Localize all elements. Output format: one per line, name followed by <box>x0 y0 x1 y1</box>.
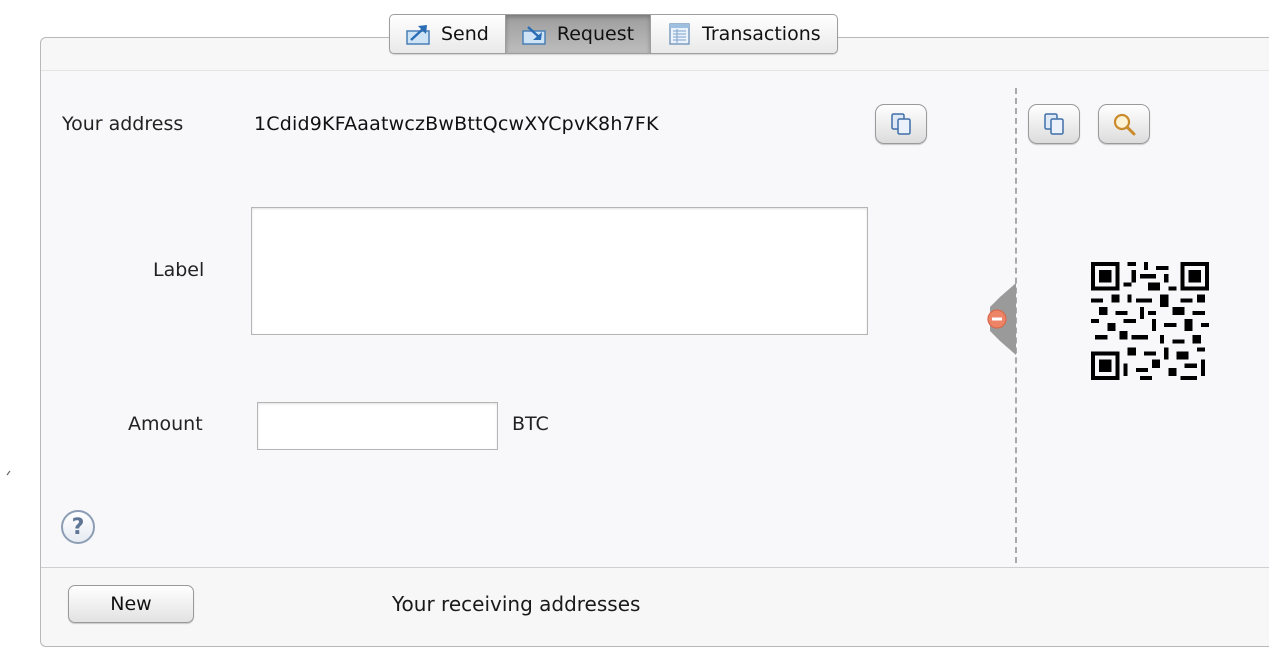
label-field-label: Label <box>153 259 205 281</box>
zoom-qr-button[interactable] <box>1098 104 1150 144</box>
address-value: 1Cdid9KFAaatwczBwBttQcwXYCpvK8h7FK <box>254 113 659 135</box>
help-button[interactable]: ? <box>61 510 95 544</box>
send-icon <box>406 23 432 45</box>
tab-request-label: Request <box>556 23 635 45</box>
tab-send[interactable]: Send <box>390 15 506 53</box>
footer-separator <box>41 567 1269 568</box>
amount-unit: BTC <box>512 413 549 435</box>
collapse-icon <box>992 317 1002 321</box>
new-address-button[interactable]: New <box>68 585 194 623</box>
request-icon <box>522 23 548 45</box>
your-address-label: Your address <box>62 113 184 135</box>
copy-address-button[interactable] <box>875 104 927 144</box>
label-textarea[interactable] <box>251 207 868 335</box>
resize-mark <box>6 470 11 476</box>
amount-input[interactable] <box>257 402 498 450</box>
copy-icon <box>1044 113 1064 135</box>
tab-bar: Send Request Transactions <box>389 14 838 54</box>
transactions-icon <box>667 23 693 45</box>
copy-qr-button[interactable] <box>1028 104 1080 144</box>
tab-transactions[interactable]: Transactions <box>651 15 837 53</box>
qr-code <box>1091 262 1209 380</box>
zoom-icon <box>1113 113 1136 136</box>
help-icon: ? <box>71 514 85 540</box>
amount-field-label: Amount <box>128 413 203 435</box>
tab-send-label: Send <box>441 23 489 45</box>
tab-transactions-label: Transactions <box>702 23 821 45</box>
receiving-addresses-title: Your receiving addresses <box>392 592 641 616</box>
copy-icon <box>891 113 911 135</box>
tab-request[interactable]: Request <box>505 15 652 53</box>
collapse-handle[interactable] <box>982 283 1016 355</box>
